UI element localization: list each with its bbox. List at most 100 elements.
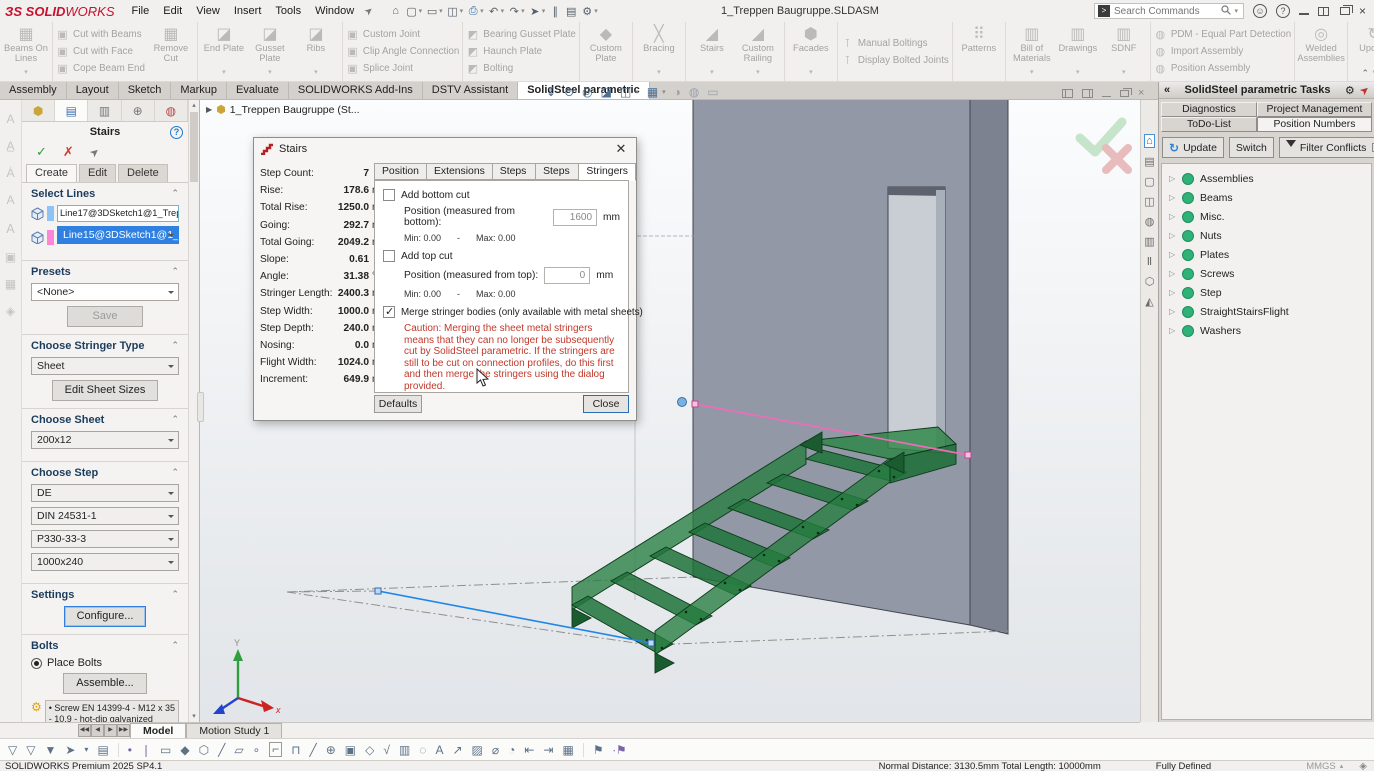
presets-select[interactable]: <None> [31, 283, 179, 301]
close-button[interactable]: Close [583, 395, 629, 413]
tab-diagnostics[interactable]: Diagnostics [1161, 102, 1257, 117]
screen-tool-icon[interactable]: ▦ [562, 743, 573, 757]
sketch-tool-icon[interactable]: ⌐ [269, 742, 282, 757]
options-gear-icon[interactable]: ⚙ [579, 5, 595, 18]
zoom-tool-icon[interactable]: ◌ [419, 743, 426, 757]
position-tree-item[interactable]: ▷ Misc. [1162, 207, 1371, 226]
expander-icon[interactable]: ▷ [1169, 212, 1176, 221]
tool-icon[interactable]: ◈ [6, 304, 15, 318]
filter-all-icon[interactable]: ▼ [44, 743, 56, 757]
annotation-tool-icon[interactable]: A̲ [6, 139, 14, 153]
menu-window[interactable]: Window [308, 5, 361, 17]
previous-view-icon[interactable]: ◎ [582, 85, 592, 99]
ribbon-button[interactable]: ▣Clip Angle Connection [346, 45, 459, 58]
tab-steps-1[interactable]: Steps 1 [492, 163, 535, 180]
position-tree-item[interactable]: ▷ Beams [1162, 188, 1371, 207]
ok-icon[interactable]: ✓ [36, 144, 47, 160]
menu-view[interactable]: View [189, 5, 227, 17]
panel-splitter-handle[interactable] [197, 392, 204, 422]
menu-file[interactable]: File [125, 5, 157, 17]
view-orientation-icon[interactable]: ◫ [620, 85, 631, 99]
collapse-icon[interactable]: ⌃ [171, 266, 179, 278]
ribbon-button[interactable]: ▣Cut with Beams [56, 28, 145, 41]
tab-evaluate[interactable]: Evaluate [227, 82, 289, 99]
ribbon-button[interactable]: ▣Cope Beam End [56, 62, 145, 75]
ribbon-button[interactable]: ⊺Manual Boltings [841, 37, 949, 50]
point-tool-icon[interactable]: • [128, 743, 132, 757]
configuration-tab[interactable]: ▥ [88, 100, 121, 121]
chevron-down-icon[interactable]: ▾ [84, 745, 88, 754]
ribbon-button[interactable]: ⊺Display Bolted Joints [841, 54, 949, 67]
collapse-panel-icon[interactable]: « [1164, 84, 1170, 96]
step-select[interactable]: DE [31, 484, 179, 502]
expander-icon[interactable]: ▷ [1169, 288, 1176, 297]
scroll-next-icon[interactable]: ▶ [104, 724, 117, 737]
hatch-tool-icon[interactable]: ▨ [472, 743, 483, 757]
line-tool-icon[interactable]: ╱ [218, 743, 225, 757]
collapse-icon[interactable]: ⌃ [171, 467, 179, 479]
text-box-tool-icon[interactable]: ▥ [399, 743, 410, 757]
dimxpert-tab[interactable]: ⊕ [122, 100, 155, 121]
annotation-tool-icon[interactable]: A [6, 193, 14, 207]
custom-properties-icon[interactable]: ▥ [1144, 235, 1154, 248]
collapse-icon[interactable]: ⌃ [171, 188, 179, 200]
ribbon-button[interactable]: ◩Haunch Plate [466, 45, 576, 58]
attachment-icon[interactable]: ∥ [547, 5, 563, 18]
add-top-cut-checkbox[interactable] [383, 250, 395, 262]
help-icon[interactable]: ? [170, 126, 183, 139]
dialog-title-bar[interactable]: Stairs ✕ [254, 138, 636, 159]
chevron-up-icon[interactable]: ▴ [1340, 762, 1344, 770]
menu-edit[interactable]: Edit [156, 5, 189, 17]
ribbon-button[interactable]: ▣Custom Joint [346, 28, 459, 41]
pull-right-tool-icon[interactable]: ⇥ [543, 743, 553, 757]
ribbon-button[interactable]: ◢Stairs▾ [689, 23, 735, 80]
chevron-down-icon[interactable]: ▾ [635, 88, 639, 96]
ribbon-collapse-icon[interactable]: ⌃ [1361, 68, 1369, 79]
position-tree-item[interactable]: ▷ Nuts [1162, 226, 1371, 245]
tab-delete[interactable]: Delete [118, 164, 168, 182]
position-tree-item[interactable]: ▷ Plates [1162, 245, 1371, 264]
line-endpoint-handle[interactable] [692, 401, 698, 407]
forum-icon[interactable]: ◭ [1145, 295, 1153, 308]
chevron-down-icon[interactable]: ▾ [439, 7, 443, 15]
viewport-minimize-icon[interactable] [1102, 90, 1111, 97]
pin-icon[interactable]: ➤ [87, 144, 102, 160]
note-tool-icon[interactable]: A [435, 743, 443, 757]
flag-tool-icon[interactable]: ⚑ [593, 743, 604, 757]
tab-markup[interactable]: Markup [171, 82, 227, 99]
feature-tree-root[interactable]: ▶ ⬢ 1_Treppen Baugruppe (St... [206, 103, 360, 116]
zoom-to-area-icon[interactable]: ⊙ [564, 85, 574, 99]
tab-layout[interactable]: Layout [67, 82, 119, 99]
section-view-icon[interactable]: ◪ [601, 85, 612, 99]
pie-tool-icon[interactable]: ◔ [508, 743, 515, 757]
ribbon-button[interactable]: ▥Bill of Materials▾ [1009, 23, 1055, 80]
task-list-icon[interactable]: ▤ [563, 5, 579, 18]
line-endpoint-handle[interactable] [375, 588, 381, 594]
ribbon-button[interactable]: ◪Gusset Plate▾ [247, 23, 293, 80]
pane-left-icon[interactable] [1062, 89, 1073, 98]
step-select[interactable]: DIN 24531-1 [31, 507, 179, 525]
filter-conflicts-button[interactable]: Filter Conflicts [1279, 137, 1374, 158]
sheet-select[interactable]: 200x12 [31, 431, 179, 449]
tab-stringers[interactable]: Stringers [578, 163, 636, 181]
line3d-tool-icon[interactable]: ╱ [309, 743, 316, 757]
step-select[interactable]: 1000x240 [31, 553, 179, 571]
tab-model[interactable]: Model [130, 723, 186, 738]
undo-icon[interactable]: ↶ [486, 5, 502, 18]
annotation-tool-icon[interactable]: Ａ [4, 220, 16, 237]
annotation-tool-icon[interactable]: A [6, 112, 14, 126]
ribbon-button[interactable]: ◍Position Assembly [1154, 62, 1291, 75]
user-account-icon[interactable]: ☺ [1253, 4, 1267, 18]
ribbon-button[interactable]: ◎Welded Assemblies [1298, 23, 1344, 80]
position-tree-item[interactable]: ▷ Washers [1162, 321, 1371, 340]
pin-icon[interactable]: ➤ [1357, 82, 1372, 98]
add-bottom-cut-checkbox[interactable] [383, 189, 395, 201]
ribbon-button[interactable]: ▦Remove Cut [148, 23, 194, 80]
tab-position[interactable]: Position [374, 163, 426, 180]
line-name-box[interactable]: Line17@3DSketch1@1_Treppe [57, 205, 179, 222]
scrollbar-thumb[interactable] [190, 112, 198, 182]
drag-handle-sphere[interactable] [678, 398, 687, 407]
design-library-icon[interactable]: ▤ [1144, 155, 1154, 168]
measure-tool-icon[interactable]: ⌀ [492, 743, 499, 757]
view-settings-icon[interactable]: ▭ [707, 85, 718, 99]
